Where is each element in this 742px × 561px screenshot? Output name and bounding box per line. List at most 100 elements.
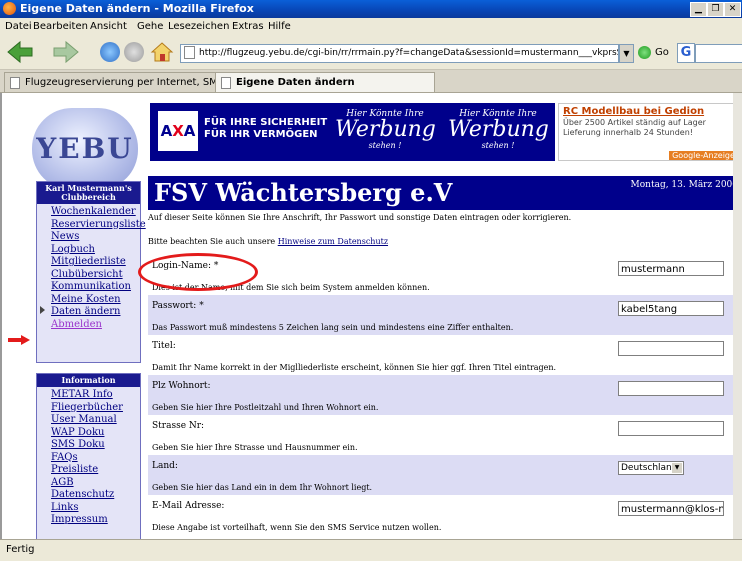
tab-flugzeugreservierung[interactable]: Flugzeugreservierung per Internet, SMS u… [4,72,222,92]
menu-lesezeichen[interactable]: Lesezeichen [168,21,229,32]
menu-bearbeiten[interactable]: Bearbeiten [33,21,88,32]
ad-werbung-1[interactable]: Hier Könnte Ihre Werbung stehen ! [335,107,436,157]
menu-hilfe[interactable]: Hilfe [268,21,291,32]
home-icon[interactable] [150,41,174,63]
sidebar-item-faqs[interactable]: FAQs [51,452,140,465]
sidebar-item-fliegerbuecher[interactable]: Fliegerbücher [51,402,140,415]
menu-datei[interactable]: Datei [5,21,32,32]
email-label: E-Mail Adresse: [152,501,225,511]
menu-bar: Datei Bearbeiten Ansicht Gehe Lesezeiche… [0,18,742,35]
vertical-scrollbar[interactable] [733,93,742,539]
window-titlebar: Eigene Daten ändern - Mozilla Firefox ▁ … [0,0,742,18]
stop-icon[interactable] [124,42,144,62]
current-page-bullet-icon [40,306,45,314]
sidebar-item-daten-aendern[interactable]: Daten ändern [51,306,140,319]
window-title: Eigene Daten ändern - Mozilla Firefox [20,2,254,15]
zip-hint: Geben Sie hier Ihre Postleitzahl und Ihr… [152,403,379,412]
sidebar-item-impressum[interactable]: Impressum [51,514,140,527]
email-hint: Diese Angabe ist vorteilhaft, wenn Sie d… [152,523,442,532]
sidebar-item-abmelden[interactable]: Abmelden [51,319,140,332]
sidebar-item-mitgliederliste[interactable]: Mitgliederliste [51,256,140,269]
form-row-title: Titel: Damit Ihr Name korrekt in der Mig… [148,335,742,375]
firefox-icon [3,2,16,15]
sidebar-item-wochenkalender[interactable]: Wochenkalender [51,206,140,219]
go-button-label[interactable]: Go [655,47,669,58]
password-label: Passwort: * [152,301,204,311]
url-input[interactable]: http://flugzeug.yebu.de/cgi-bin/rr/rrmai… [180,44,619,63]
form-row-email: E-Mail Adresse: mustermann@klos-net. Die… [148,495,742,535]
navigation-toolbar: http://flugzeug.yebu.de/cgi-bin/rr/rrmai… [0,35,742,70]
page-icon [221,77,231,89]
password-input[interactable]: kabel5tang [618,301,724,316]
reload-icon[interactable] [100,42,120,62]
privacy-link[interactable]: Hinweise zum Datenschutz [278,237,388,246]
sidebar-item-clubuebersicht[interactable]: Clubübersicht [51,269,140,282]
menu-gehe[interactable]: Gehe [137,21,163,32]
club-link-list: Wochenkalender Reservierungsliste News L… [37,204,146,332]
info-link-list: METAR Info Fliegerbücher User Manual WAP… [37,387,140,527]
sidebar-item-wap-doku[interactable]: WAP Doku [51,427,140,440]
status-bar: Fertig [0,539,742,561]
sidebar-item-meine-kosten[interactable]: Meine Kosten [51,294,140,307]
chevron-down-icon[interactable]: ▼ [672,463,682,473]
country-select[interactable]: Deutschland ▼ [618,461,684,475]
street-label: Strasse Nr: [152,421,205,431]
highlight-circle-annotation [138,253,258,291]
close-button[interactable]: ✕ [724,2,741,17]
email-field[interactable]: mustermann@klos-net. [618,501,724,516]
go-icon[interactable] [638,46,651,59]
form-row-country: Land: Deutschland ▼ Geben Sie hier das L… [148,455,742,495]
google-ad-footer[interactable]: Google-Anzeigen [669,151,742,160]
menu-ansicht[interactable]: Ansicht [90,21,127,32]
sidebar-item-sms-doku[interactable]: SMS Doku [51,439,140,452]
form-row-zip: Plz Wohnort: Geben Sie hier Ihre Postlei… [148,375,742,415]
intro-text: Auf dieser Seite können Sie Ihre Anschri… [148,213,572,222]
google-ad-text: Über 2500 Artikel ständig auf Lager Lief… [563,118,706,137]
forward-arrow-icon[interactable] [52,40,80,64]
url-history-dropdown[interactable]: ▼ [619,44,634,63]
search-engine-icon[interactable]: G [677,43,695,63]
ad-banner[interactable]: AXA FÜR IHRE SICHERHEIT FÜR IHR VERMÖGEN… [150,103,555,161]
form-row-street: Strasse Nr: Geben Sie hier Ihre Strasse … [148,415,742,455]
country-label: Land: [152,461,178,471]
sidebar-item-links[interactable]: Links [51,502,140,515]
sidebar-item-news[interactable]: News [51,231,140,244]
ad-werbung-2[interactable]: Hier Könnte Ihre Werbung stehen ! [448,107,549,157]
red-arrow-icon [8,335,30,345]
tab-eigene-daten[interactable]: Eigene Daten ändern [215,72,435,92]
menu-extras[interactable]: Extras [232,21,264,32]
sidebar-item-metar[interactable]: METAR Info [51,389,140,402]
status-text: Fertig [6,544,35,555]
street-input[interactable] [618,421,724,436]
google-ad[interactable]: RC Modellbau bei Gedion Über 2500 Artike… [558,103,742,161]
page-content: YEBU AXA FÜR IHRE SICHERHEIT FÜR IHR VER… [0,93,742,539]
title-input[interactable] [618,341,724,356]
zip-city-input[interactable] [618,381,724,396]
yebu-logo[interactable]: YEBU [32,108,138,190]
sidebar-item-user-manual[interactable]: User Manual [51,414,140,427]
sidebar-item-agb[interactable]: AGB [51,477,140,490]
page-icon [184,46,195,59]
google-ad-title[interactable]: RC Modellbau bei Gedion [563,106,704,117]
club-sidebar: Karl Mustermann's Clubbereich Wochenkalen… [36,181,146,363]
form-row-password: Passwort: * kabel5tang Das Passwort muß … [148,295,742,335]
info-sidebar: Information METAR Info Fliegerbücher Use… [36,373,141,539]
login-name-input[interactable]: mustermann [618,261,724,276]
info-sidebar-header: Information [37,374,140,387]
club-sidebar-header: Karl Mustermann's Clubbereich [37,182,140,204]
password-hint: Das Passwort muß mindestens 5 Zeichen la… [152,323,514,332]
sidebar-item-reservierungsliste[interactable]: Reservierungsliste [51,219,146,232]
street-hint: Geben Sie hier Ihre Strasse und Hausnumm… [152,443,358,452]
current-date: Montag, 13. März 2006 [630,180,738,190]
minimize-button[interactable]: ▁ [690,2,707,17]
sidebar-item-datenschutz[interactable]: Datenschutz [51,489,140,502]
sidebar-item-kommunikation[interactable]: Kommunikation [51,281,140,294]
back-arrow-icon[interactable] [6,40,34,64]
sidebar-item-logbuch[interactable]: Logbuch [51,244,140,257]
restore-button[interactable]: ❐ [707,2,724,17]
sidebar-item-preisliste[interactable]: Preisliste [51,464,140,477]
page-title: FSV Wächtersberg e.V [154,178,453,207]
page-icon [10,77,20,89]
search-input[interactable] [695,44,742,63]
privacy-note: Bitte beachten Sie auch unsere Hinweise … [148,237,389,246]
